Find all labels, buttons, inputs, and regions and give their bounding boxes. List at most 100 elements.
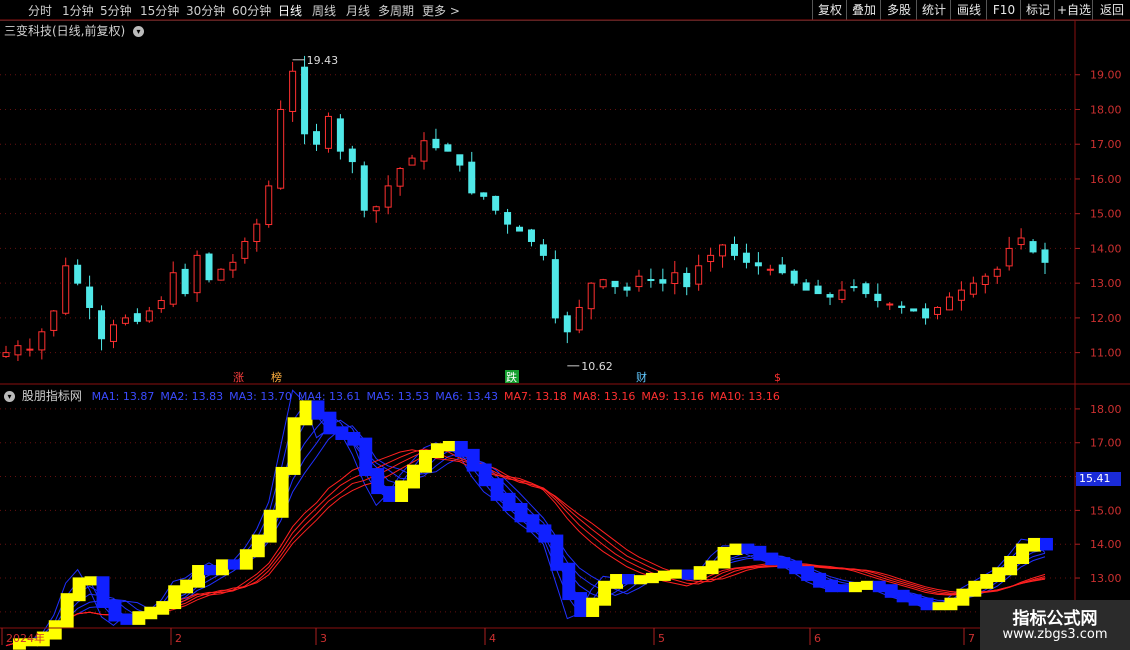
candle-body — [707, 254, 715, 263]
candle-body — [695, 265, 703, 285]
candle-body — [671, 272, 679, 285]
candle-body — [26, 348, 34, 351]
event-marker: 跌 — [506, 370, 517, 384]
trend-block — [860, 580, 874, 590]
x-tick-label: 6 — [814, 632, 821, 645]
trend-block — [407, 464, 420, 489]
candle-body — [838, 289, 846, 300]
x-tick-label: 3 — [320, 632, 327, 645]
trend-block — [192, 565, 206, 588]
x-tick-label: 7 — [968, 632, 975, 645]
trend-block — [1028, 537, 1041, 552]
candle-body — [1029, 241, 1037, 253]
event-marker: 榜 — [271, 370, 282, 384]
candle-body — [504, 212, 512, 225]
candle-body — [492, 195, 500, 211]
trend-block — [490, 478, 504, 501]
candle-body — [850, 286, 858, 289]
x-tick-label: 4 — [489, 632, 496, 645]
trend-block — [347, 431, 361, 446]
trend-block — [825, 579, 838, 593]
trend-block — [657, 570, 671, 581]
y-tick-label: 18.00 — [1090, 403, 1122, 416]
candle-body — [934, 306, 942, 315]
trend-block — [156, 601, 170, 615]
trend-block — [299, 400, 313, 426]
candle-body — [575, 306, 583, 331]
trend-block — [645, 572, 659, 584]
trend-block — [251, 534, 265, 558]
ma-line-MA9 — [5, 448, 1046, 647]
x-tick-label: 2024年 — [6, 631, 45, 645]
high-price-label: 19.43 — [307, 54, 339, 67]
candle-body — [2, 352, 10, 358]
trend-block — [96, 576, 110, 608]
trend-block — [1040, 537, 1053, 551]
trend-block — [669, 569, 683, 579]
ma-line-MA10 — [5, 448, 1046, 647]
trend-block — [980, 574, 994, 589]
trend-block — [430, 443, 444, 459]
trend-block — [836, 584, 850, 593]
candle-body — [969, 282, 977, 295]
trend-block — [514, 503, 528, 523]
price-chart[interactable]: 19.00 18.00 17.00 16.00 15.00 14.00 13.00 12.00… — [0, 0, 1130, 650]
trend-block — [418, 450, 432, 473]
candle-body — [348, 148, 356, 163]
candle-body — [205, 253, 213, 281]
candle-body — [468, 161, 476, 194]
x-tick-label: 2 — [175, 632, 182, 645]
candle-body — [778, 264, 786, 274]
candle-body — [730, 243, 738, 256]
trend-block — [120, 613, 134, 625]
trend-block — [729, 543, 743, 555]
trend-block — [956, 588, 970, 606]
trend-block — [1004, 555, 1018, 576]
trend-block — [383, 486, 397, 502]
trend-block — [765, 552, 779, 566]
trend-block — [884, 584, 898, 598]
ma-legend: MA1: 13.87 MA2: 13.83 MA3: 13.70 MA4: 13.61… — [86, 389, 780, 403]
candle-body — [742, 252, 750, 263]
trend-block — [777, 557, 791, 569]
trend-block — [84, 576, 98, 586]
trend-block — [1016, 543, 1030, 564]
low-price-label: 10.62 — [581, 360, 613, 373]
candle-body — [647, 279, 655, 282]
trend-block — [204, 565, 217, 576]
trend-block — [789, 560, 803, 575]
y-tick-label: 15.00 — [1090, 208, 1122, 221]
trend-block — [323, 411, 337, 435]
candle-body — [38, 331, 46, 351]
ma-legend-item: MA2: 13.83 — [160, 390, 224, 403]
trend-block — [227, 559, 241, 570]
candle-body — [74, 264, 82, 284]
candle-body — [444, 144, 452, 152]
trend-block — [944, 597, 958, 611]
candlestick-series — [2, 55, 1049, 362]
candle-body — [432, 138, 440, 149]
candle-body — [193, 254, 201, 294]
candle-body — [86, 286, 94, 308]
candle-body — [993, 268, 1001, 277]
y-tick-label: 19.00 — [1090, 69, 1122, 82]
ma-legend-item: MA5: 13.53 — [366, 390, 430, 403]
trend-block — [108, 599, 122, 622]
candle-body — [814, 285, 822, 295]
candle-body — [480, 192, 488, 197]
trend-block — [72, 577, 86, 602]
candle-body — [945, 296, 953, 311]
watermark-title: 指标公式网 — [1012, 609, 1098, 629]
candle-body — [981, 275, 989, 286]
candle-body — [277, 108, 285, 189]
trend-block — [526, 514, 540, 533]
candle-body — [253, 223, 261, 243]
ma-line-MA8 — [5, 448, 1046, 647]
candle-body — [862, 283, 870, 295]
trend-block — [132, 611, 146, 625]
trend-block — [753, 545, 767, 561]
indicator-header: ▾ 股朋指标网 MA1: 13.87 MA2: 13.83 MA3: 13.70 MA… — [4, 387, 780, 404]
candle-body — [265, 185, 273, 226]
candle-body — [408, 157, 416, 166]
chevron-down-icon[interactable]: ▾ — [4, 391, 15, 402]
